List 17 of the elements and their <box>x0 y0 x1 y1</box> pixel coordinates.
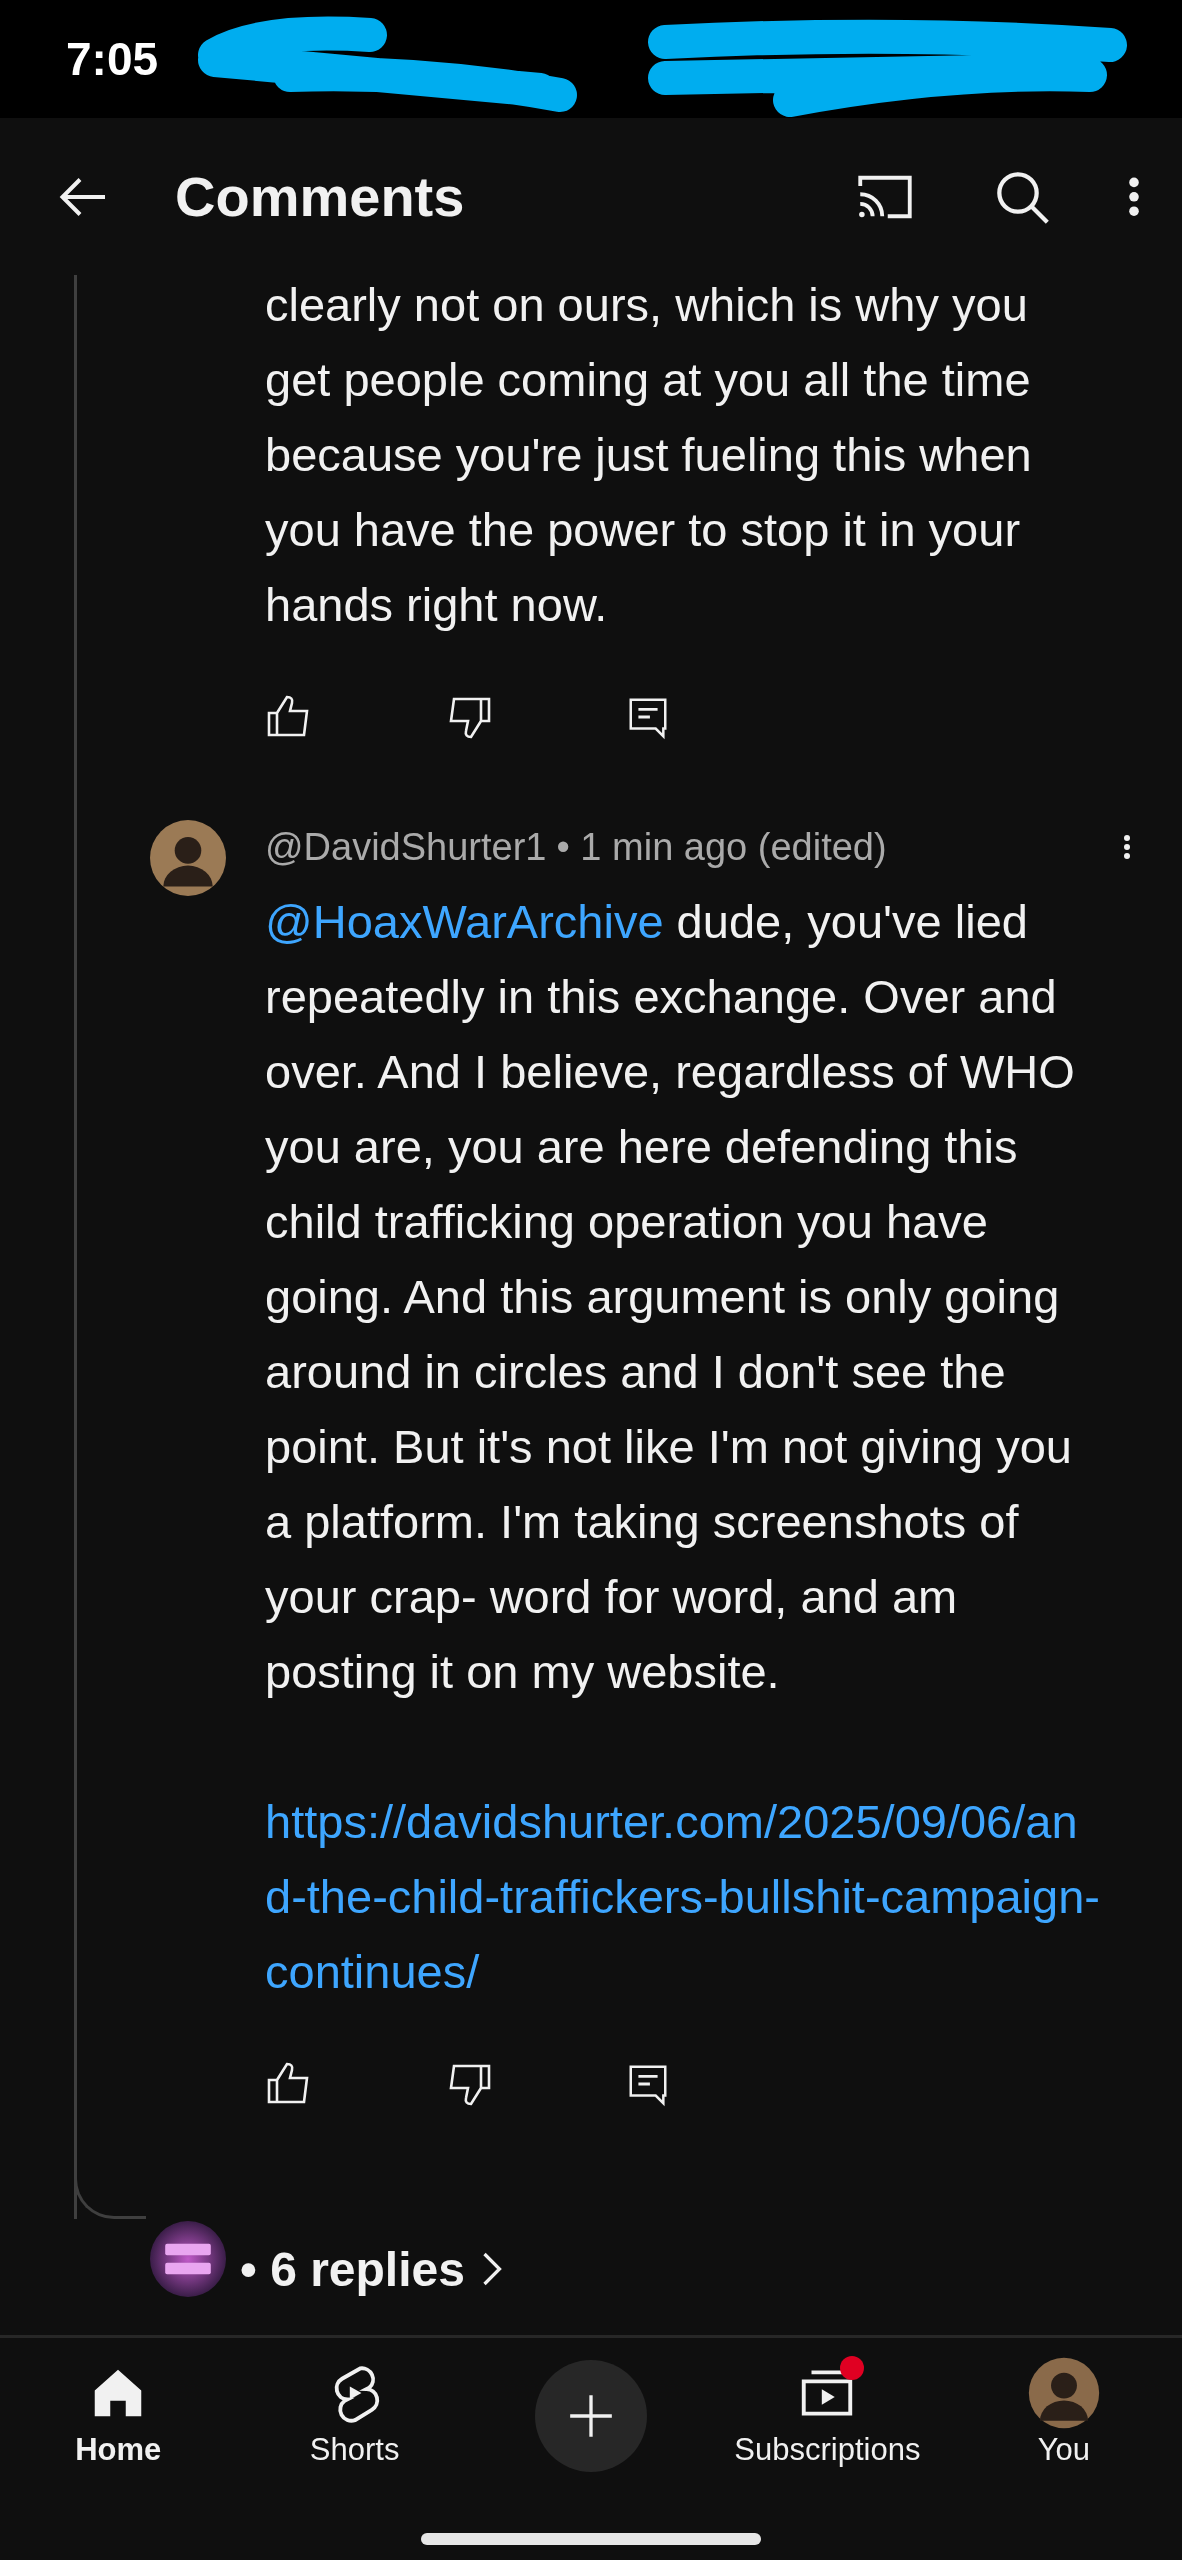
avatar-icon[interactable] <box>150 2220 226 2297</box>
comment-author[interactable]: @DavidShurter1 <box>265 822 547 872</box>
nav-tab[interactable]: Home <box>0 2356 237 2476</box>
replies-link[interactable]: • 6 replies <box>240 2231 465 2307</box>
status-time: 7:05 <box>66 32 159 86</box>
page-title: Comments <box>175 164 466 229</box>
mention-link[interactable]: @HoaxWarArchive <box>265 895 664 948</box>
nav-tab[interactable]: Shorts <box>236 2356 473 2476</box>
avatar-icon[interactable] <box>150 820 226 896</box>
more-icon[interactable] <box>1122 834 1132 860</box>
comment-text: clearly not on ours, which is why you get people coming at you all the time because you're just fueling this when you have the power to stop it in your hands right now. <box>265 277 1033 633</box>
nav-tab[interactable]: You <box>945 2356 1182 2476</box>
nav-tab[interactable]: Subscriptions <box>709 2356 946 2476</box>
comment-meta: • 1 min ago (edited) <box>556 825 888 870</box>
url-link[interactable]: https://davidshurter.com/2025/09/06/and-the-child-traffickers-bullshit-campaign-continues/ <box>265 1784 1132 2009</box>
comment-text: @HoaxWarArchive dude, you've lied repeatedly in this exchange. Over and over. And I believe, regardless of WHO you are, you are here defending this child trafficking operation you have going. And this argument is only going around in circles and I don't see the point. But it's not like I'm not giving you a platform. I'm taking screenshots of your crap- word for word, and am posting it on my website. <box>265 894 1076 1700</box>
more-icon[interactable] <box>1126 175 1142 218</box>
